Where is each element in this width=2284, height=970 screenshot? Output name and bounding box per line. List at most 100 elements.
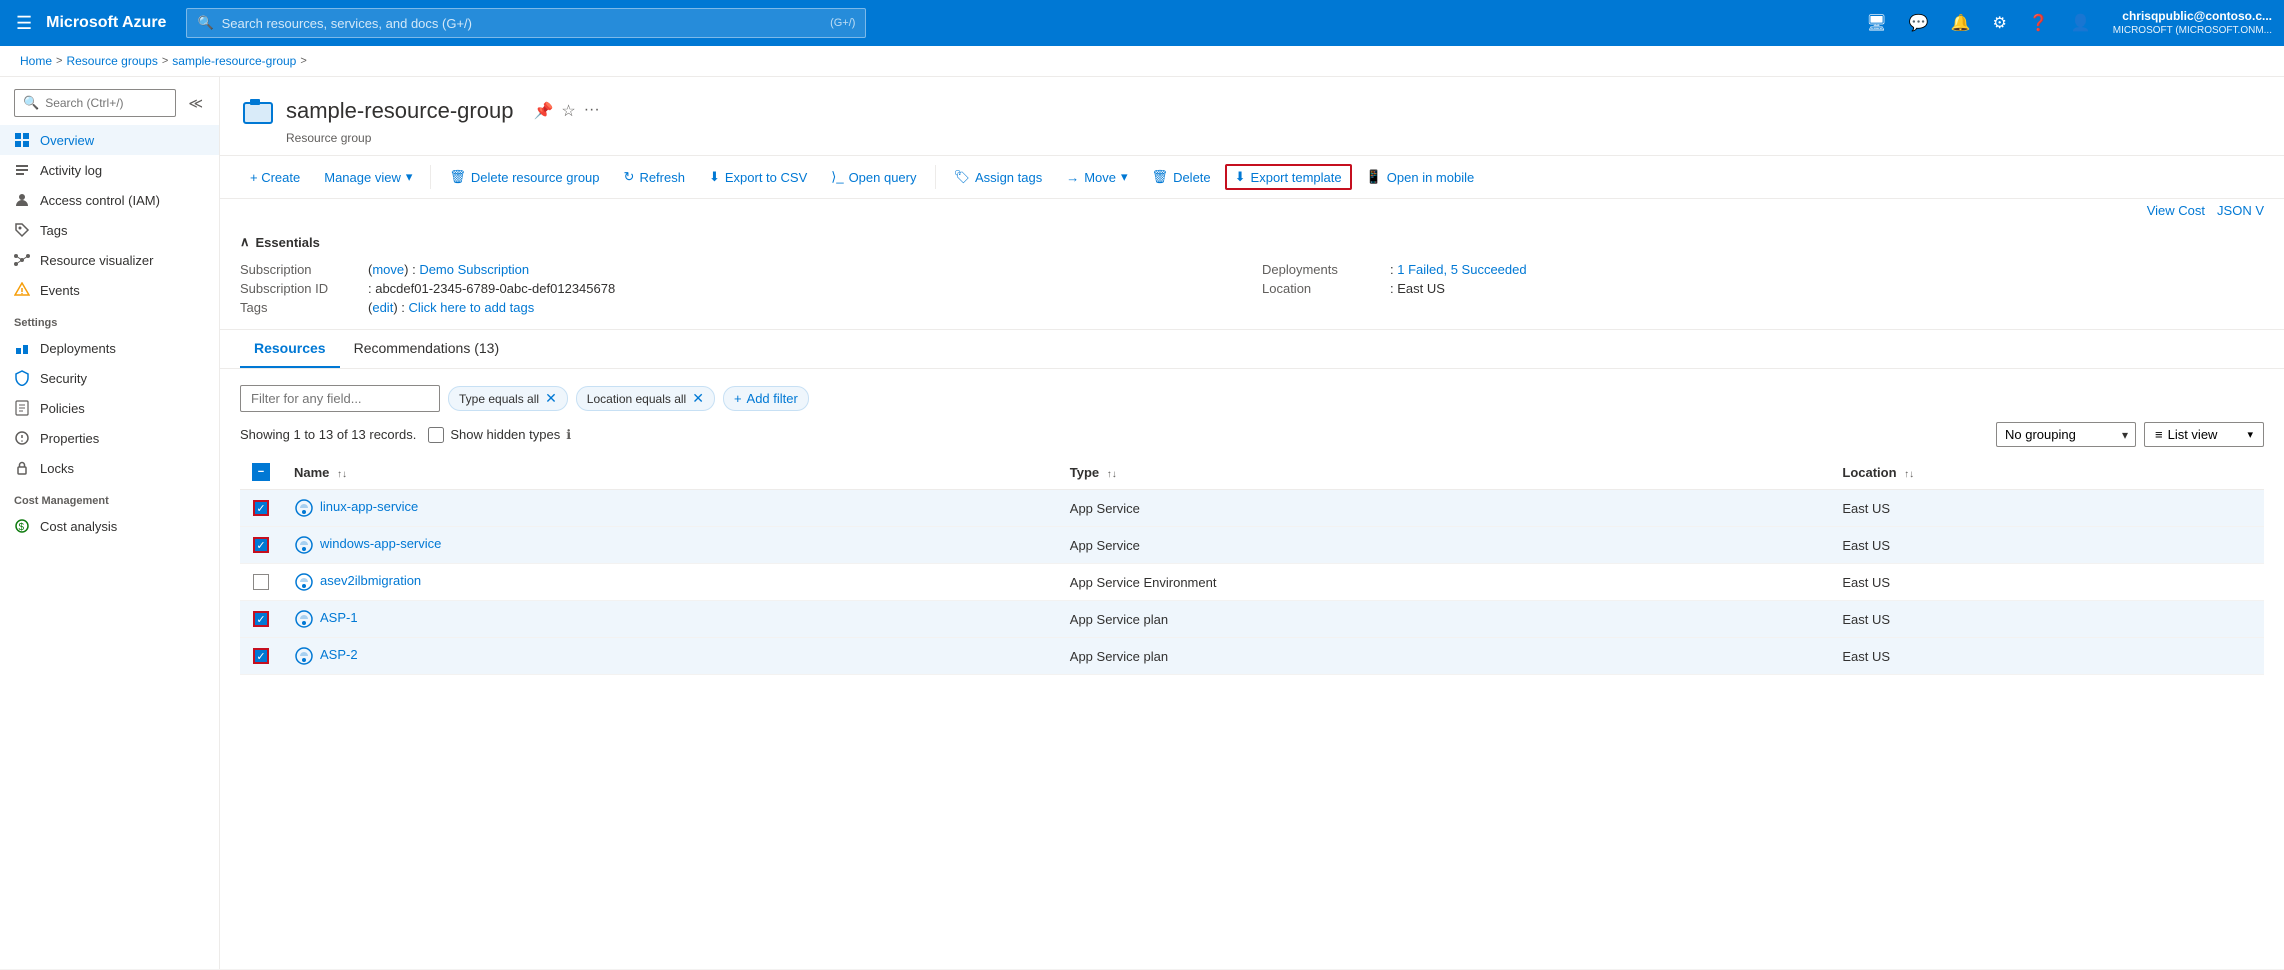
page-content: sample-resource-group 📌 ☆ ··· Resource g…: [220, 77, 2284, 969]
person-icon[interactable]: 👤: [2063, 9, 2099, 37]
create-button[interactable]: + Create: [240, 165, 310, 190]
resource-name-link[interactable]: ASP-2: [294, 647, 358, 662]
events-icon: [14, 282, 30, 298]
sidebar-search-input[interactable]: [45, 96, 167, 110]
resource-location-cell: East US: [1830, 490, 2264, 527]
list-view-button[interactable]: ≡ List view: [2144, 422, 2264, 447]
sidebar-item-resource-visualizer[interactable]: Resource visualizer: [0, 245, 219, 275]
delete-button[interactable]: 🗑 Delete: [1142, 164, 1221, 190]
favorite-icon[interactable]: ☆: [561, 101, 575, 121]
query-icon: ⟩_: [831, 169, 843, 185]
delete-resource-group-button[interactable]: 🗑 Delete resource group: [439, 164, 609, 190]
json-view-link[interactable]: JSON V: [2217, 203, 2264, 218]
resource-location-cell: East US: [1830, 564, 2264, 601]
settings-icon[interactable]: ⚙: [1985, 9, 2015, 37]
subscription-link[interactable]: Demo Subscription: [419, 262, 529, 277]
edit-tags-link[interactable]: edit: [372, 300, 393, 315]
show-hidden-checkbox[interactable]: [428, 427, 444, 443]
page-header: sample-resource-group 📌 ☆ ··· Resource g…: [220, 77, 2284, 156]
add-filter-button[interactable]: + Add filter: [723, 386, 809, 411]
move-button[interactable]: → Move ▾: [1056, 164, 1137, 190]
type-column-header[interactable]: Type ↑↓: [1058, 455, 1831, 490]
user-account[interactable]: chrisqpublic@contoso.c... MICROSOFT (MIC…: [2113, 9, 2272, 38]
open-query-button[interactable]: ⟩_ Open query: [821, 164, 926, 190]
sidebar-item-overview[interactable]: Overview: [0, 125, 219, 155]
essentials-header[interactable]: ∧ Essentials: [240, 234, 2264, 250]
export-template-button[interactable]: ⬇ Export template: [1225, 164, 1352, 190]
type-filter-tag: Type equals all ✕: [448, 386, 568, 411]
sidebar-item-label: Access control (IAM): [40, 193, 160, 208]
sidebar-item-activity-log[interactable]: Activity log: [0, 155, 219, 185]
resource-name-link[interactable]: windows-app-service: [294, 536, 441, 551]
essentials-title: Essentials: [256, 235, 320, 250]
resource-type-cell: App Service plan: [1058, 638, 1831, 675]
move-subscription-link[interactable]: move: [372, 262, 404, 277]
remove-location-filter-button[interactable]: ✕: [692, 390, 704, 407]
search-input[interactable]: [222, 16, 822, 31]
row-checkbox[interactable]: [253, 537, 269, 553]
resource-name-link[interactable]: linux-app-service: [294, 499, 418, 514]
tab-resources[interactable]: Resources: [240, 330, 340, 368]
refresh-button[interactable]: ↻ Refresh: [614, 164, 695, 190]
breadcrumb-current[interactable]: sample-resource-group: [172, 54, 296, 68]
global-search-bar[interactable]: 🔍 (G+/): [186, 8, 866, 38]
view-cost-link[interactable]: View Cost: [2147, 203, 2205, 218]
export-csv-button[interactable]: ⬇ Export to CSV: [699, 164, 817, 190]
location-column-header[interactable]: Location ↑↓: [1830, 455, 2264, 490]
row-checkbox[interactable]: [253, 648, 269, 664]
grouping-select[interactable]: No groupingResource typeLocationResource…: [1996, 422, 2136, 447]
cloud-shell-icon[interactable]: 🖥: [1858, 9, 1894, 37]
breadcrumb-home[interactable]: Home: [20, 54, 52, 68]
notifications-icon[interactable]: 🔔: [1943, 9, 1979, 37]
locks-icon: [14, 460, 30, 476]
chevron-down-icon: ▾: [406, 169, 413, 185]
deployments-link[interactable]: 1 Failed, 5 Succeeded: [1397, 262, 1526, 277]
breadcrumb-resource-groups[interactable]: Resource groups: [66, 54, 157, 68]
table-row: ASP-2App Service planEast US: [240, 638, 2264, 675]
table-row: asev2ilbmigrationApp Service Environment…: [240, 564, 2264, 601]
help-icon[interactable]: ❓: [2021, 9, 2057, 37]
resource-name-link[interactable]: asev2ilbmigration: [294, 573, 421, 588]
add-filter-icon: +: [734, 391, 742, 406]
sidebar-item-properties[interactable]: Properties: [0, 423, 219, 453]
collapse-sidebar-button[interactable]: ≪: [186, 93, 205, 114]
sidebar-item-label: Policies: [40, 401, 85, 416]
feedback-icon[interactable]: 💬: [1901, 9, 1937, 37]
sidebar-item-policies[interactable]: Policies: [0, 393, 219, 423]
row-checkbox[interactable]: [253, 500, 269, 516]
essentials-location: Location : East US: [1262, 279, 2264, 298]
sidebar-item-label: Events: [40, 283, 80, 298]
resource-name-link[interactable]: ASP-1: [294, 610, 358, 625]
hamburger-menu[interactable]: ☰: [12, 9, 36, 38]
sidebar-item-events[interactable]: Events: [0, 275, 219, 305]
sidebar-header: 🔍 ≪: [0, 77, 219, 125]
open-mobile-button[interactable]: 📱 Open in mobile: [1356, 164, 1485, 190]
list-view-icon: ≡: [2155, 427, 2163, 442]
grouping-select-wrapper[interactable]: No groupingResource typeLocationResource…: [1996, 422, 2136, 447]
select-all-checkbox[interactable]: −: [252, 463, 270, 481]
name-column-header[interactable]: Name ↑↓: [282, 455, 1058, 490]
top-navigation: ☰ Microsoft Azure 🔍 (G+/) 🖥 💬 🔔 ⚙ ❓ 👤 ch…: [0, 0, 2284, 46]
assign-tags-button[interactable]: 🏷 Assign tags: [944, 164, 1053, 190]
show-hidden-types[interactable]: Show hidden types ℹ: [428, 427, 571, 443]
sidebar-item-cost-analysis[interactable]: $ Cost analysis: [0, 511, 219, 541]
pin-icon[interactable]: 📌: [533, 101, 553, 121]
add-tags-link[interactable]: Click here to add tags: [408, 300, 534, 315]
select-all-header[interactable]: −: [240, 455, 282, 490]
row-checkbox[interactable]: [253, 574, 269, 590]
manage-view-button[interactable]: Manage view ▾: [314, 164, 422, 190]
sidebar-item-security[interactable]: Security: [0, 363, 219, 393]
sidebar-item-access-control[interactable]: Access control (IAM): [0, 185, 219, 215]
filter-input[interactable]: [240, 385, 440, 412]
title-actions: 📌 ☆ ···: [533, 101, 599, 121]
sidebar-item-locks[interactable]: Locks: [0, 453, 219, 483]
cost-analysis-icon: $: [14, 518, 30, 534]
remove-type-filter-button[interactable]: ✕: [545, 390, 557, 407]
row-checkbox[interactable]: [253, 611, 269, 627]
sidebar-search[interactable]: 🔍: [14, 89, 176, 117]
tab-recommendations[interactable]: Recommendations (13): [340, 330, 514, 368]
more-actions-icon[interactable]: ···: [584, 101, 600, 121]
sidebar-item-tags[interactable]: Tags: [0, 215, 219, 245]
download-icon: ⬇: [709, 169, 720, 185]
sidebar-item-deployments[interactable]: Deployments: [0, 333, 219, 363]
